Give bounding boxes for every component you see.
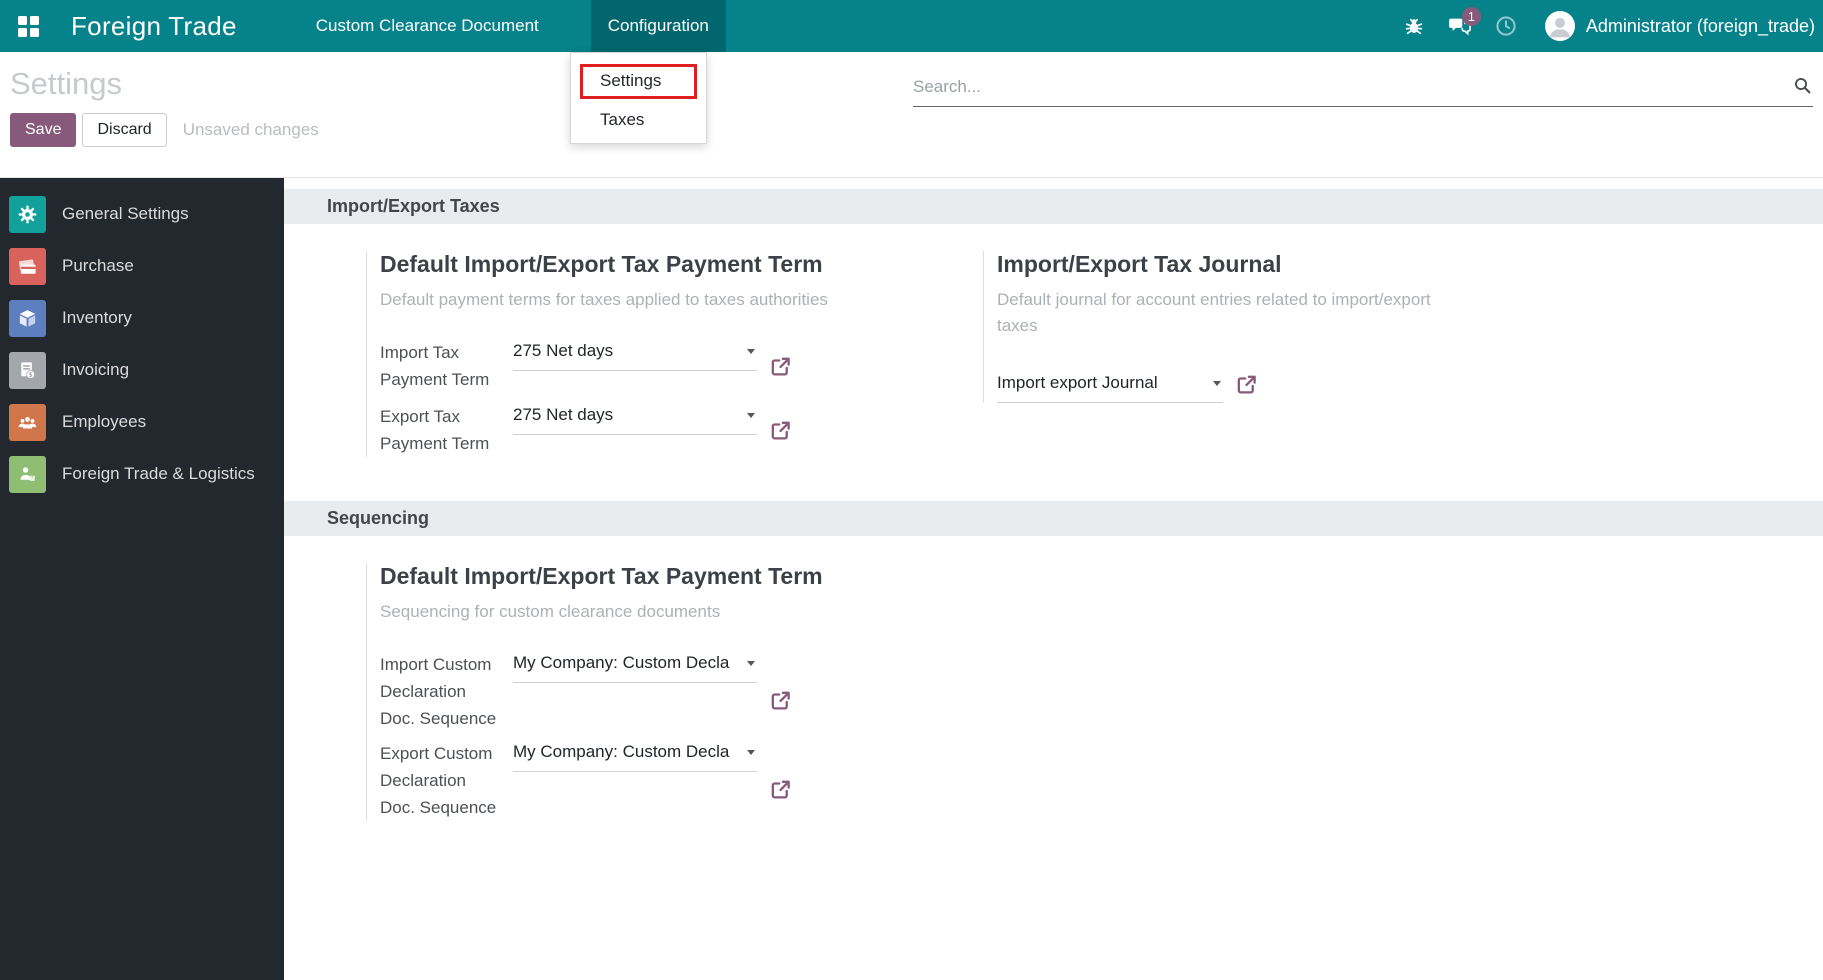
control-panel: Settings Save Discard Unsaved changes [0,52,1823,177]
section-header-import-export-taxes: Import/Export Taxes [284,189,1823,224]
external-link-icon[interactable] [769,778,792,806]
search-box [913,72,1813,107]
setting-block-tax-journal: Import/Export Tax Journal Default journa… [983,251,1472,403]
external-link-icon[interactable] [769,419,792,447]
section-header-sequencing: Sequencing [284,501,1823,536]
field-import-custom-declaration-sequence: Import Custom Declaration Doc. Sequence … [380,651,983,732]
field-label: Import Tax Payment Term [380,343,490,389]
field-label: Export Tax Payment Term [380,407,490,453]
bug-icon[interactable] [1391,15,1437,37]
sidebar-item-label: Employees [62,412,147,431]
field-export-tax-payment-term: Export Tax Payment Term 275 Net days [380,403,983,457]
menu-custom-clearance-document[interactable]: Custom Clearance Document [299,0,556,52]
sidebar-item-inventory[interactable]: Inventory [0,292,284,344]
sidebar-item-employees[interactable]: Employees [0,396,284,448]
apps-menu-icon[interactable] [18,15,39,37]
block-heading: Default Import/Export Tax Payment Term [380,251,823,277]
top-navbar: Foreign Trade Custom Clearance Document … [0,0,1823,52]
settings-sidebar: General Settings Purchase Inventory $ In… [0,178,284,980]
block-heading: Default Import/Export Tax Payment Term [380,563,823,589]
sidebar-item-invoicing[interactable]: $ Invoicing [0,344,284,396]
export-declaration-sequence-select[interactable]: My Company: Custom Decla [513,740,757,772]
export-tax-payment-term-select[interactable]: 275 Net days [513,403,757,435]
messages-icon[interactable]: 1 [1437,7,1483,37]
chevron-down-icon [747,413,755,422]
search-icon[interactable] [1792,75,1813,101]
chevron-down-icon [747,750,755,759]
external-link-icon[interactable] [769,355,792,383]
block-heading: Import/Export Tax Journal [997,251,1282,277]
discard-button[interactable]: Discard [82,113,167,147]
import-tax-payment-term-select[interactable]: 275 Net days [513,339,757,371]
field-import-export-tax-journal: Import export Journal [997,371,1472,403]
people-icon [9,403,46,441]
settings-content: Import/Export Taxes Default Import/Expor… [284,178,1823,980]
save-button[interactable]: Save [10,113,77,147]
messages-badge: 1 [1461,7,1481,26]
setting-block-sequencing: Default Import/Export Tax Payment Term S… [366,563,983,821]
block-description: Default journal for account entries rela… [997,290,1431,335]
invoice-icon: $ [9,351,46,389]
gear-icon [9,195,46,233]
dropdown-item-taxes[interactable]: Taxes [571,102,706,135]
field-label: Export Custom Declaration Doc. Sequence [380,744,497,817]
user-avatar[interactable] [1544,11,1575,41]
sidebar-item-general-settings[interactable]: General Settings [0,188,284,240]
sidebar-item-purchase[interactable]: Purchase [0,240,284,292]
search-input[interactable] [913,72,1813,107]
chevron-down-icon [747,661,755,670]
sidebar-item-label: Invoicing [62,360,130,379]
setting-block-payment-term: Default Import/Export Tax Payment Term D… [366,251,983,457]
svg-text:$: $ [29,371,33,378]
sidebar-item-foreign-trade-logistics[interactable]: Foreign Trade & Logistics [0,448,284,500]
navbar-right: 1 Administrator (foreign_trade) [1391,7,1823,41]
app-title: Foreign Trade [71,10,237,41]
block-description: Default payment terms for taxes applied … [380,290,828,309]
tax-journal-select[interactable]: Import export Journal [997,371,1223,403]
block-description: Sequencing for custom clearance document… [380,602,721,621]
box-icon [9,299,46,337]
user-menu[interactable]: Administrator (foreign_trade) [1586,16,1815,37]
sidebar-item-label: Foreign Trade & Logistics [62,464,255,483]
dropdown-item-settings[interactable]: Settings [580,64,697,99]
menu-configuration[interactable]: Configuration [590,0,726,52]
sidebar-item-label: General Settings [62,204,189,223]
field-import-tax-payment-term: Import Tax Payment Term 275 Net days [380,339,983,393]
field-export-custom-declaration-sequence: Export Custom Declaration Doc. Sequence … [380,740,983,821]
activities-clock-icon[interactable] [1483,14,1529,38]
external-link-icon[interactable] [769,689,792,717]
configuration-dropdown: Settings Taxes [570,52,707,144]
navbar-menus: Custom Clearance Document Configuration [299,0,726,52]
credit-card-icon [9,247,46,285]
sidebar-item-label: Purchase [62,256,134,275]
workspace: General Settings Purchase Inventory $ In… [0,177,1823,980]
import-declaration-sequence-select[interactable]: My Company: Custom Decla [513,651,757,683]
chevron-down-icon [747,349,755,358]
external-link-icon[interactable] [1235,373,1258,401]
unsaved-changes-status: Unsaved changes [182,120,319,139]
logistics-icon [9,455,46,493]
sidebar-item-label: Inventory [62,308,132,327]
field-label: Import Custom Declaration Doc. Sequence [380,655,497,728]
chevron-down-icon [1213,381,1221,390]
